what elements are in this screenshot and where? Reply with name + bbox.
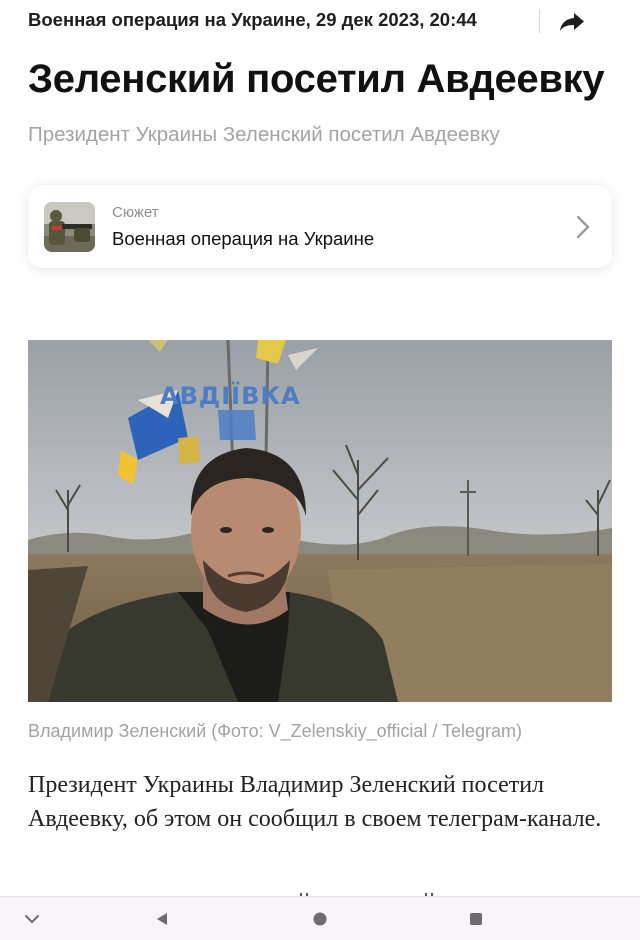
- next-paragraph-peek: [0, 888, 640, 896]
- article-lead: Президент Украины Владимир Зеленский пос…: [28, 772, 602, 832]
- back-triangle-icon: [157, 913, 167, 925]
- breadcrumb[interactable]: Военная операция на Украине, 29 дек 2023…: [28, 9, 477, 31]
- system-nav-bar: [0, 896, 640, 940]
- story-thumbnail: [44, 202, 95, 252]
- story-name: Военная операция на Украине: [112, 228, 375, 249]
- header-bar: Военная операция на Украине, 29 дек 2023…: [0, 0, 640, 42]
- home-circle-icon: [313, 912, 327, 926]
- story-card[interactable]: Сюжет Военная операция на Украине: [28, 185, 612, 268]
- chevron-down-icon: [25, 915, 39, 923]
- story-kicker: Сюжет: [112, 204, 159, 221]
- nav-collapse-button[interactable]: [18, 905, 46, 933]
- nav-home-button[interactable]: [306, 905, 334, 933]
- nav-recents-button[interactable]: [462, 905, 490, 933]
- article-photo: АВДІЇВКА: [28, 340, 612, 702]
- chevron-right-icon: [576, 215, 590, 239]
- share-arrow-icon: [560, 13, 584, 31]
- article-subtitle: Президент Украины Зеленский посетил Авде…: [28, 123, 500, 146]
- header-divider: [539, 9, 540, 33]
- city-sign-text: АВДІЇВКА: [160, 381, 301, 410]
- photo-caption: Владимир Зеленский (Фото: V_Zelenskiy_of…: [28, 721, 523, 741]
- nav-back-button[interactable]: [148, 905, 176, 933]
- recents-square-icon: [470, 913, 482, 925]
- share-button[interactable]: [556, 6, 588, 38]
- article-title: Зеленский посетил Авдеевку: [28, 57, 605, 101]
